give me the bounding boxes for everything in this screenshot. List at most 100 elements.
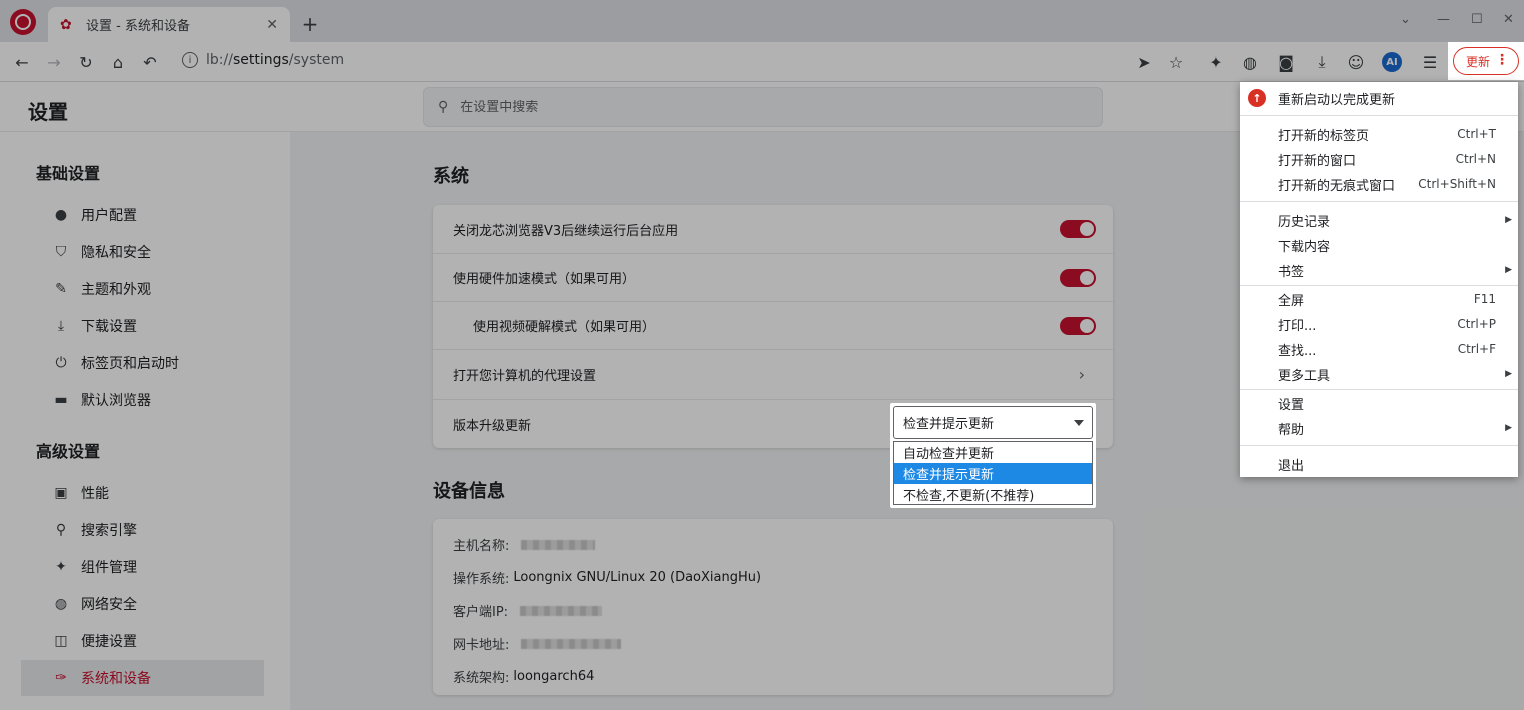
minimize-button[interactable]: — — [1437, 12, 1450, 27]
tab-settings[interactable]: ✿ 设置 - 系统和设备 ✕ — [48, 7, 290, 42]
ip-redacted — [520, 605, 603, 616]
shield-icon: ⛉ — [55, 244, 67, 260]
hardware-accel-row[interactable]: 使用硬件加速模式（如果可用） — [433, 254, 1113, 302]
sidebar: 基础设置 ● 用户配置 ⛉ 隐私和安全 ✎ 主题和外观 ⤓ 下载设置 ⏻ 标签页和启动时 … — [0, 132, 290, 710]
dropdown-arrow-icon — [1074, 420, 1084, 426]
update-mode-select[interactable]: 检查并提示更新 — [893, 406, 1093, 439]
menu-settings[interactable]: 设置 — [1240, 391, 1518, 415]
option-auto-update[interactable]: 自动检查并更新 — [894, 442, 1092, 463]
option-no-update[interactable]: 不检查,不更新(不推荐) — [894, 484, 1092, 505]
menu-print[interactable]: 打印... Ctrl+P — [1240, 312, 1518, 336]
sidebar-item-privacy[interactable]: ⛉ 隐私和安全 — [21, 234, 264, 270]
menu-new-window[interactable]: 打开新的窗口 Ctrl+N — [1240, 147, 1518, 171]
menu-find[interactable]: 查找... Ctrl+F — [1240, 337, 1518, 361]
new-tab-button[interactable]: + — [300, 12, 320, 36]
chevron-right-icon: › — [1078, 365, 1085, 384]
sidebar-item-user[interactable]: ● 用户配置 — [21, 197, 264, 233]
arch-row: 系统架构: loongarch64 — [453, 669, 595, 686]
browser-logo-icon — [10, 9, 36, 35]
sliders-icon[interactable]: ☰ — [1418, 50, 1442, 74]
hardware-accel-toggle[interactable] — [1060, 268, 1096, 287]
menu-fullscreen[interactable]: 全屏 F11 — [1240, 287, 1518, 311]
hostname-row: 主机名称: — [453, 535, 596, 554]
submenu-arrow-icon: ▶ — [1505, 423, 1512, 433]
video-decode-toggle[interactable] — [1060, 316, 1096, 335]
menu-incognito[interactable]: 打开新的无痕式窗口 Ctrl+Shift+N — [1240, 172, 1518, 196]
tab-close-button[interactable]: ✕ — [266, 17, 278, 33]
undo-icon[interactable]: ↶ — [138, 50, 162, 74]
reload-icon[interactable]: ↻ — [74, 50, 98, 74]
menu-downloads[interactable]: 下载内容 — [1240, 233, 1518, 257]
sidebar-item-default-browser[interactable]: ▬ 默认浏览器 — [21, 382, 264, 418]
search-icon: ⚲ — [438, 99, 449, 115]
globe-icon[interactable]: ◍ — [1238, 50, 1262, 74]
menu-exit[interactable]: 退出 — [1240, 452, 1518, 476]
menu-restart-update[interactable]: ↑ 重新启动以完成更新 — [1240, 86, 1518, 110]
sidebar-item-search-engine[interactable]: ⚲ 搜索引擎 — [21, 512, 264, 548]
menu-new-tab[interactable]: 打开新的标签页 Ctrl+T — [1240, 122, 1518, 146]
video-decode-row[interactable]: 使用视频硬解模式（如果可用） — [433, 302, 1113, 350]
proxy-settings-row[interactable]: 打开您计算机的代理设置 › — [433, 350, 1113, 400]
menu-history[interactable]: 历史记录 ▶ — [1240, 208, 1518, 232]
sidebar-item-network-security[interactable]: ◍ 网络安全 — [21, 586, 264, 622]
os-row: 操作系统: Loongnix GNU/Linux 20 (DaoXiangHu) — [453, 570, 762, 587]
search-icon: ⚲ — [55, 522, 67, 538]
close-window-button[interactable]: ✕ — [1503, 12, 1514, 27]
browser-icon: ▬ — [54, 392, 68, 408]
update-mode-options: 自动检查并更新 检查并提示更新 不检查,不更新(不推荐) — [893, 441, 1093, 505]
url-path: /system — [288, 52, 345, 68]
back-icon[interactable]: ← — [10, 50, 34, 74]
sidebar-item-downloads[interactable]: ⤓ 下载设置 — [21, 308, 264, 344]
mouse-icon: ◫ — [54, 633, 68, 649]
menu-separator — [1240, 285, 1518, 286]
menu-help[interactable]: 帮助 ▶ — [1240, 416, 1518, 440]
menu-separator — [1240, 389, 1518, 390]
site-info-icon[interactable]: i — [182, 52, 198, 68]
home-icon[interactable]: ⌂ — [106, 50, 130, 74]
sidebar-item-system[interactable]: ✑ 系统和设备 — [21, 660, 264, 696]
menu-separator — [1240, 201, 1518, 202]
bookmark-star-icon[interactable]: ☆ — [1164, 50, 1188, 74]
page-title: 设置 — [28, 100, 68, 124]
sidebar-item-theme[interactable]: ✎ 主题和外观 — [21, 271, 264, 307]
menu-bookmarks[interactable]: 书签 ▶ — [1240, 258, 1518, 282]
toolbar: ← → ↻ ⌂ ↶ i lb://settings/system ➤ ☆ ✦ ◍… — [0, 42, 1524, 82]
url-scheme: lb:// — [206, 52, 233, 68]
address-bar[interactable]: i lb://settings/system — [182, 52, 344, 68]
camera-icon[interactable]: ◙ — [1274, 50, 1298, 74]
client-ip-row: 客户端IP: — [453, 601, 603, 620]
performance-icon: ▣ — [54, 485, 68, 501]
more-menu-icon[interactable]: ⋮ — [1495, 52, 1509, 68]
menu-more-tools[interactable]: 更多工具 ▶ — [1240, 362, 1518, 386]
tab-search-icon[interactable]: ⌄ — [1400, 12, 1411, 27]
background-apps-row[interactable]: 关闭龙芯浏览器V3后继续运行后台应用 — [433, 205, 1113, 254]
send-icon[interactable]: ➤ — [1132, 50, 1156, 74]
tab-title: 设置 - 系统和设备 — [86, 19, 190, 34]
browser-main-menu: ↑ 重新启动以完成更新 打开新的标签页 Ctrl+T 打开新的窗口 Ctrl+N 打… — [1240, 82, 1518, 477]
option-check-notify[interactable]: 检查并提示更新 — [894, 463, 1092, 484]
ai-icon[interactable]: AI — [1380, 50, 1404, 74]
download-icon: ⤓ — [57, 318, 65, 334]
submenu-arrow-icon: ▶ — [1505, 369, 1512, 379]
search-input[interactable] — [460, 99, 1061, 115]
device-info-heading: 设备信息 — [433, 481, 505, 502]
system-heading: 系统 — [433, 166, 469, 187]
maximize-button[interactable]: ☐ — [1471, 12, 1483, 27]
forward-icon[interactable]: → — [42, 50, 66, 74]
wrench-icon: ✑ — [55, 670, 67, 686]
settings-search[interactable]: ⚲ — [423, 87, 1103, 127]
sidebar-item-components[interactable]: ✦ 组件管理 — [21, 549, 264, 585]
sidebar-item-startup[interactable]: ⏻ 标签页和启动时 — [21, 345, 264, 381]
submenu-arrow-icon: ▶ — [1505, 215, 1512, 225]
update-button[interactable]: 更新 ⋮ — [1453, 47, 1519, 75]
sidebar-item-performance[interactable]: ▣ 性能 — [21, 475, 264, 511]
extensions-icon[interactable]: ✦ — [1204, 50, 1228, 74]
download-icon[interactable]: ⤓ — [1310, 50, 1334, 74]
background-apps-toggle[interactable] — [1060, 220, 1096, 238]
submenu-arrow-icon: ▶ — [1505, 265, 1512, 275]
advanced-settings-heading: 高级设置 — [36, 442, 101, 461]
profile-icon[interactable]: ☺ — [1344, 50, 1368, 74]
sidebar-item-convenience[interactable]: ◫ 便捷设置 — [21, 623, 264, 659]
update-button-highlight: 更新 ⋮ — [1448, 42, 1524, 80]
basic-settings-heading: 基础设置 — [36, 164, 101, 183]
